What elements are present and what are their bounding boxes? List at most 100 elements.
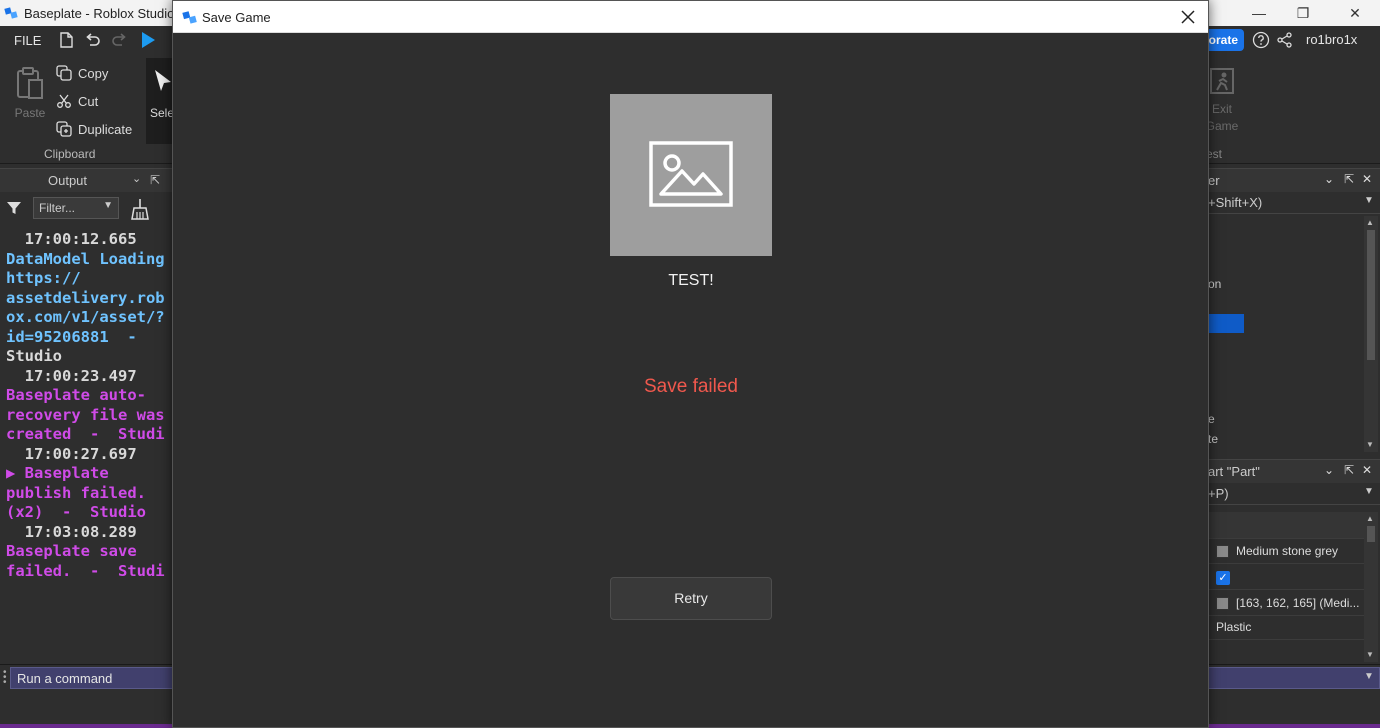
close-icon[interactable]: ✕: [1362, 172, 1372, 186]
dropdown-arrow-icon: ▼: [1364, 486, 1374, 497]
new-file-icon[interactable]: [56, 30, 76, 50]
output-panel: Output ⌄ ⇱ Filter... ▼ 17:00:12.665 DataM…: [0, 168, 175, 662]
explorer-scrollbar[interactable]: ▲ ▼: [1364, 216, 1378, 452]
dropdown-arrow-icon: ▼: [1364, 195, 1374, 206]
output-filter-input[interactable]: Filter... ▼: [33, 197, 119, 219]
log-line: id=95206881 -: [6, 327, 137, 346]
grip-icon[interactable]: • • •: [3, 668, 7, 688]
log-line: assetdelivery.rob: [6, 288, 165, 307]
copy-icon: [56, 65, 72, 81]
game-name: TEST!: [668, 272, 714, 289]
scroll-thumb[interactable]: [1367, 230, 1375, 360]
select-tool-button[interactable]: [146, 58, 174, 144]
help-icon[interactable]: [1252, 31, 1270, 49]
chevron-down-icon[interactable]: ⌄: [1324, 463, 1334, 477]
explorer-filter-text: +Shift+X): [1208, 195, 1263, 210]
paste-label: Paste: [14, 106, 46, 120]
close-icon[interactable]: [1178, 7, 1198, 27]
exit-label-line1: Exit: [1211, 102, 1232, 116]
checkbox-checked-icon[interactable]: ✓: [1216, 571, 1230, 585]
paste-icon: [17, 67, 43, 99]
dropdown-arrow-icon: ▼: [103, 200, 113, 211]
explorer-title: er: [1208, 173, 1220, 188]
log-line: (x2) - Studio: [6, 503, 146, 521]
explorer-filter-input[interactable]: +Shift+X) ▼: [1200, 192, 1380, 214]
property-row-material[interactable]: Plastic: [1200, 615, 1364, 640]
redo-icon[interactable]: [110, 30, 130, 50]
exit-game-icon: [1210, 68, 1234, 94]
properties-category-row: [1200, 512, 1364, 539]
close-window-icon[interactable]: ✕: [1346, 4, 1364, 22]
scroll-thumb[interactable]: [1367, 526, 1375, 542]
explorer-tree: on e te: [1200, 216, 1380, 452]
username[interactable]: ro1bro1x: [1306, 32, 1357, 47]
properties-filter-input[interactable]: +P) ▼: [1200, 483, 1380, 505]
duplicate-icon: [56, 121, 72, 137]
properties-filter-text: +P): [1208, 486, 1229, 501]
property-row-checkbox[interactable]: ✓: [1200, 565, 1364, 590]
duplicate-label: Duplicate: [78, 121, 133, 137]
property-row-brickcolor[interactable]: Medium stone grey: [1200, 539, 1364, 564]
copy-label: Copy: [78, 65, 109, 81]
log-line: ox.com/v1/asset/?: [6, 308, 165, 326]
chevron-down-icon[interactable]: ⌄: [1324, 172, 1334, 186]
scroll-up-icon[interactable]: ▲: [1366, 218, 1374, 227]
properties-panel-header: art "Part" ⌄ ⇱ ✕: [1200, 459, 1380, 483]
dialog-titlebar: Save Game: [173, 1, 1208, 33]
chevron-down-icon[interactable]: ⌄: [132, 172, 141, 185]
cut-label: Cut: [78, 93, 99, 109]
output-panel-title: Output: [48, 173, 88, 188]
copy-button[interactable]: Copy: [56, 62, 108, 84]
property-row-color[interactable]: [163, 162, 165] (Medi...: [1200, 591, 1364, 616]
clear-output-icon[interactable]: [130, 198, 150, 220]
undock-icon[interactable]: ⇱: [1344, 172, 1354, 186]
property-value: [163, 162, 165] (Medi...: [1236, 596, 1360, 610]
clipboard-caption: Clipboard: [44, 147, 96, 161]
duplicate-button[interactable]: Duplicate: [56, 118, 132, 140]
share-icon[interactable]: [1276, 31, 1294, 49]
explorer-row[interactable]: on: [1208, 277, 1221, 291]
property-value: Medium stone grey: [1236, 544, 1339, 558]
cut-button[interactable]: Cut: [56, 90, 98, 112]
game-thumbnail: [610, 94, 772, 256]
log-line: created - Studi: [6, 425, 165, 443]
properties-title: art "Part": [1208, 464, 1260, 479]
scroll-down-icon[interactable]: ▼: [1366, 440, 1374, 449]
retry-button[interactable]: Retry: [610, 577, 772, 620]
window-title: Baseplate - Roblox Studio: [24, 6, 175, 21]
maximize-icon[interactable]: ❐: [1294, 4, 1312, 22]
output-panel-header: Output ⌄ ⇱: [0, 168, 175, 192]
minimize-icon[interactable]: —: [1250, 4, 1268, 22]
log-line: Baseplate save: [6, 542, 137, 560]
scroll-down-icon[interactable]: ▼: [1366, 650, 1374, 659]
log-line: Baseplate auto-: [6, 386, 146, 404]
properties-scrollbar[interactable]: ▲ ▼: [1364, 512, 1378, 662]
dialog-title: Save Game: [202, 10, 271, 25]
color-swatch: [1216, 545, 1229, 558]
scissors-icon: [57, 94, 71, 108]
file-menu[interactable]: FILE: [14, 33, 41, 48]
scroll-up-icon[interactable]: ▲: [1366, 514, 1374, 523]
exit-game-button[interactable]: Exit Game: [1204, 66, 1240, 135]
explorer-row[interactable]: te: [1208, 432, 1218, 446]
undock-icon[interactable]: ⇱: [150, 173, 160, 187]
roblox-studio-logo-icon: [4, 7, 18, 19]
log-line: 17:00:27.697: [6, 444, 137, 463]
close-icon[interactable]: ✕: [1362, 463, 1372, 477]
explorer-panel-header: er ⌄ ⇱ ✕: [1200, 168, 1380, 192]
dropdown-arrow-icon[interactable]: ▼: [1364, 671, 1374, 682]
filter-icon[interactable]: [6, 200, 22, 216]
undo-icon[interactable]: [82, 30, 102, 50]
undock-icon[interactable]: ⇱: [1344, 463, 1354, 477]
log-line: 17:00:12.665: [6, 230, 137, 248]
log-line: Studio: [6, 347, 62, 365]
paste-button[interactable]: Paste: [10, 66, 50, 120]
save-status-message: Save failed: [643, 376, 738, 397]
dialog-body: TEST! Save failed Retry: [173, 34, 1208, 727]
log-line: DataModel Loading: [6, 249, 165, 268]
explorer-row[interactable]: e: [1208, 412, 1215, 426]
play-icon[interactable]: [138, 30, 158, 50]
output-filter-row: Filter... ▼: [0, 194, 175, 222]
color-swatch: [1216, 597, 1229, 610]
property-value: Plastic: [1216, 620, 1252, 634]
